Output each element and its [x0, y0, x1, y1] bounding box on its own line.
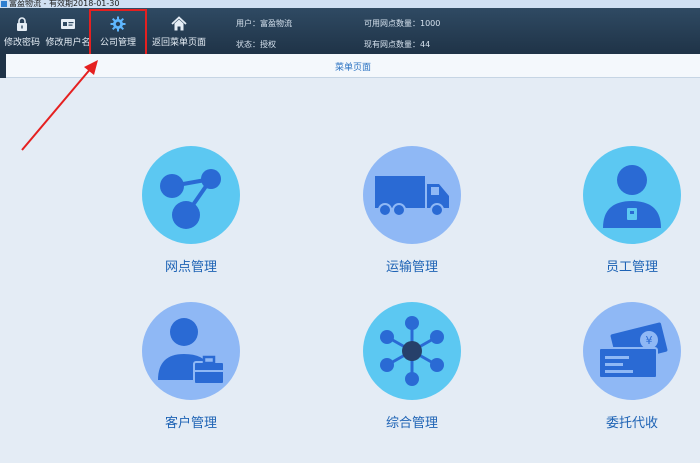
employee-icon	[603, 165, 661, 228]
tile-employee-management[interactable]: 员工管理	[562, 146, 700, 275]
window-title: 富盈物流 - 有效期2018-01-30	[9, 0, 120, 8]
annotation-highlight-box	[89, 9, 147, 57]
lock-icon	[17, 17, 27, 31]
tile-collection-on-delivery[interactable]: ¥ 委托代收	[562, 302, 700, 431]
user-info: 用户：富盈物流	[236, 19, 292, 28]
change-username-button[interactable]: 修改用户名	[44, 12, 92, 52]
truck-icon	[375, 176, 449, 217]
tile-comprehensive-management[interactable]: 综合管理	[342, 302, 482, 431]
outlet-management-circle	[142, 146, 240, 244]
collection-on-delivery-circle: ¥	[583, 302, 681, 400]
comprehensive-management-label: 综合管理	[385, 416, 438, 431]
customer-management-label: 客户管理	[164, 416, 217, 431]
transport-management-label: 运输管理	[385, 260, 438, 275]
total-outlets-info: 可用网点数量：1000	[364, 19, 441, 28]
employee-management-label: 员工管理	[605, 260, 658, 275]
payment-card-icon: ¥	[598, 322, 668, 379]
tile-outlet-management[interactable]: 网点管理	[121, 146, 261, 275]
change-username-label: 修改用户名	[45, 38, 91, 48]
id-card-icon	[61, 19, 75, 29]
app-icon	[1, 1, 7, 7]
employee-management-circle	[583, 146, 681, 244]
tile-transport-management[interactable]: 运输管理	[342, 146, 482, 275]
svg-text:¥: ¥	[646, 334, 653, 347]
hub-icon	[380, 316, 444, 386]
outlet-management-label: 网点管理	[164, 260, 217, 275]
home-icon	[171, 16, 187, 31]
tile-customer-management[interactable]: 客户管理	[121, 302, 261, 431]
change-password-button[interactable]: 修改密码	[0, 12, 44, 52]
change-password-label: 修改密码	[3, 38, 40, 48]
collection-on-delivery-label: 委托代收	[605, 416, 658, 431]
customer-briefcase-icon	[158, 318, 225, 385]
window-titlebar: 富盈物流 - 有效期2018-01-30	[0, 0, 700, 8]
customer-management-circle	[142, 302, 240, 400]
menu-page-label: 菜单页面	[334, 63, 371, 73]
transport-management-circle	[363, 146, 461, 244]
comprehensive-management-circle	[363, 302, 461, 400]
status-info: 状态：授权	[236, 40, 276, 49]
network-nodes-icon	[160, 169, 221, 229]
menu-page-tab[interactable]: 菜单页面	[6, 54, 700, 78]
return-menu-button[interactable]: 返回菜单页面	[150, 12, 208, 52]
used-outlets-info: 现有网点数量：44	[364, 40, 431, 49]
return-menu-label: 返回菜单页面	[151, 38, 206, 48]
menu-page-bar: 菜单页面	[0, 54, 700, 78]
